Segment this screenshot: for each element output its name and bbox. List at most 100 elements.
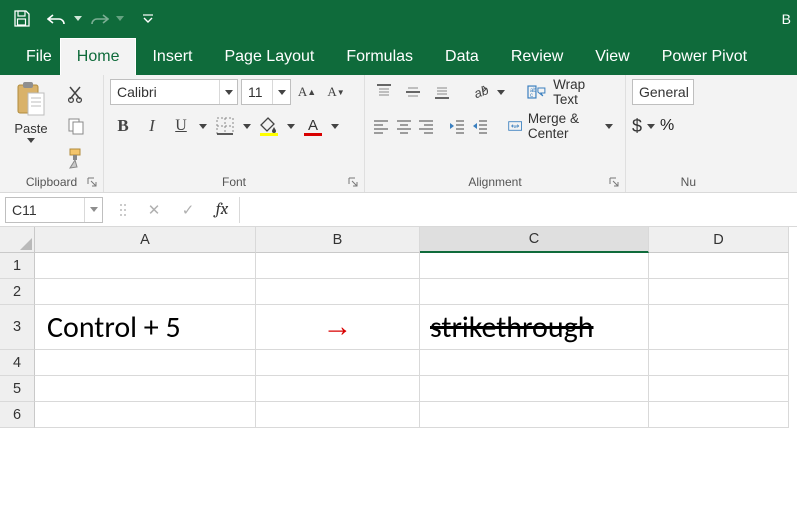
align-middle-button[interactable] [400, 79, 426, 105]
border-dropdown[interactable] [241, 113, 253, 139]
cell-B4[interactable] [256, 350, 420, 376]
col-header-D[interactable]: D [649, 227, 789, 253]
accounting-format-button[interactable]: $ [632, 113, 642, 139]
cell-A1[interactable] [35, 253, 256, 279]
cell-B2[interactable] [256, 279, 420, 305]
qat-customize[interactable] [136, 6, 160, 32]
alignment-launcher[interactable] [607, 175, 621, 189]
row-header-3[interactable]: 3 [0, 305, 35, 350]
undo-dropdown[interactable] [72, 6, 84, 32]
clipboard-launcher[interactable] [85, 175, 99, 189]
merge-center-button[interactable]: a Merge & Center [502, 113, 619, 139]
increase-indent-button[interactable] [470, 113, 490, 139]
cut-button[interactable] [60, 81, 92, 107]
decrease-indent-button[interactable] [447, 113, 467, 139]
tab-data[interactable]: Data [429, 39, 495, 75]
font-color-button[interactable]: A [300, 113, 326, 139]
decrease-font-button[interactable]: A▼ [323, 79, 349, 105]
enter-button: ✓ [171, 197, 205, 223]
cell-D3[interactable] [649, 305, 789, 350]
cell-A4[interactable] [35, 350, 256, 376]
align-left-button[interactable] [371, 113, 391, 139]
tab-page-layout[interactable]: Page Layout [208, 39, 330, 75]
tab-review[interactable]: Review [495, 39, 579, 75]
name-box-dropdown[interactable] [84, 198, 102, 222]
cell-B1[interactable] [256, 253, 420, 279]
cell-A5[interactable] [35, 376, 256, 402]
group-number-caption: Nu [632, 172, 700, 192]
select-all-button[interactable] [0, 227, 35, 253]
orientation-button[interactable]: ab [467, 79, 493, 105]
formula-input[interactable] [239, 197, 797, 223]
cell-D4[interactable] [649, 350, 789, 376]
col-header-C[interactable]: C [420, 227, 649, 253]
cell-A2[interactable] [35, 279, 256, 305]
tab-view[interactable]: View [579, 39, 645, 75]
cell-C1[interactable] [420, 253, 649, 279]
font-name-combo[interactable]: Calibri [110, 79, 238, 105]
bold-button[interactable]: B [110, 113, 136, 139]
tab-home[interactable]: Home [60, 38, 137, 75]
font-launcher[interactable] [346, 175, 360, 189]
cell-D2[interactable] [649, 279, 789, 305]
cell-A3-value: Control + 5 [41, 309, 181, 346]
cell-B6[interactable] [256, 402, 420, 428]
cell-C4[interactable] [420, 350, 649, 376]
increase-font-button[interactable]: A▲ [294, 79, 320, 105]
group-font-caption: Font [110, 172, 358, 192]
number-format-combo[interactable]: General [632, 79, 694, 105]
col-header-A[interactable]: A [35, 227, 256, 253]
font-color-dropdown[interactable] [329, 113, 341, 139]
cell-A3[interactable]: Control + 5 [35, 305, 256, 350]
svg-text:c: c [530, 93, 533, 99]
cell-D6[interactable] [649, 402, 789, 428]
tab-formulas[interactable]: Formulas [330, 39, 429, 75]
row-header-2[interactable]: 2 [0, 279, 35, 305]
row-header-4[interactable]: 4 [0, 350, 35, 376]
orientation-dropdown[interactable] [495, 79, 507, 105]
tab-power-pivot[interactable]: Power Pivot [646, 39, 763, 75]
accounting-dropdown[interactable] [645, 113, 657, 139]
row-header-6[interactable]: 6 [0, 402, 35, 428]
cell-D1[interactable] [649, 253, 789, 279]
merge-center-label: Merge & Center [528, 111, 596, 141]
paste-dropdown-icon[interactable] [27, 138, 35, 143]
format-painter-button[interactable] [60, 145, 92, 171]
font-size-combo[interactable]: 11 [241, 79, 291, 105]
save-icon[interactable] [8, 6, 34, 32]
tab-file[interactable]: File [18, 39, 60, 75]
copy-button[interactable] [60, 113, 92, 139]
cell-B5[interactable] [256, 376, 420, 402]
cell-A6[interactable] [35, 402, 256, 428]
percent-format-button[interactable]: % [660, 113, 674, 139]
cell-B3[interactable]: → [256, 305, 420, 350]
cell-C6[interactable] [420, 402, 649, 428]
cell-C3[interactable]: strikethrough [420, 305, 649, 350]
svg-text:a: a [513, 124, 516, 130]
row-header-5[interactable]: 5 [0, 376, 35, 402]
row-header-1[interactable]: 1 [0, 253, 35, 279]
col-header-B[interactable]: B [256, 227, 420, 253]
group-alignment-caption: Alignment [371, 172, 619, 192]
align-center-button[interactable] [394, 113, 414, 139]
italic-button[interactable]: I [139, 113, 165, 139]
align-bottom-button[interactable] [429, 79, 455, 105]
align-top-button[interactable] [371, 79, 397, 105]
insert-function-button[interactable]: fx [205, 197, 239, 223]
underline-button[interactable]: U [168, 113, 194, 139]
paste-button[interactable]: Paste [6, 79, 56, 172]
underline-dropdown[interactable] [197, 113, 209, 139]
align-right-button[interactable] [417, 113, 437, 139]
cell-D5[interactable] [649, 376, 789, 402]
wrap-text-label: Wrap Text [553, 77, 613, 107]
name-box[interactable]: C11 [5, 197, 103, 223]
fill-color-button[interactable] [256, 113, 282, 139]
undo-icon[interactable] [44, 6, 70, 32]
wrap-text-button[interactable]: abc Wrap Text [521, 79, 619, 105]
document-title: B [782, 11, 797, 27]
cell-C5[interactable] [420, 376, 649, 402]
tab-insert[interactable]: Insert [136, 39, 208, 75]
cell-C2[interactable] [420, 279, 649, 305]
fill-color-dropdown[interactable] [285, 113, 297, 139]
border-button[interactable] [212, 113, 238, 139]
